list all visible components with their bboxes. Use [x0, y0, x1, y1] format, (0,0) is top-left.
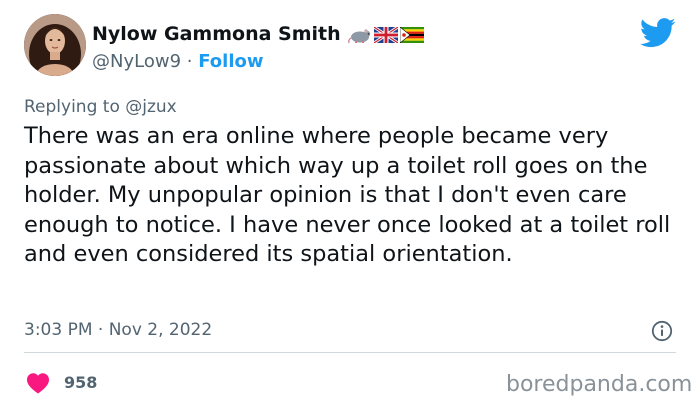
- follow-link[interactable]: Follow: [198, 51, 263, 72]
- like-count[interactable]: 958: [64, 372, 97, 394]
- watermark: boredpanda.com: [506, 372, 693, 397]
- tweet-card: Nylow Gammona Smith @NyLow9 · Follow Rep…: [0, 0, 700, 410]
- reply-mention[interactable]: @jzux: [125, 97, 176, 117]
- tweet-date: Nov 2, 2022: [108, 320, 213, 340]
- zimbabwe-flag-emoji: [400, 27, 424, 43]
- tweet-time: 3:03 PM: [24, 320, 93, 340]
- handle-separator: ·: [186, 51, 193, 72]
- heart-icon[interactable]: [26, 372, 50, 394]
- timestamp[interactable]: 3:03 PM · Nov 2, 2022: [24, 318, 212, 342]
- avatar[interactable]: [24, 14, 86, 76]
- info-icon[interactable]: [651, 320, 673, 342]
- rat-emoji: [348, 29, 371, 44]
- divider: [24, 352, 676, 353]
- tweet-text: There was an era online where people bec…: [24, 123, 671, 268]
- replying-to: Replying to @jzux: [24, 95, 177, 119]
- uk-flag-emoji: [374, 27, 398, 43]
- twitter-bird-icon[interactable]: [640, 18, 676, 48]
- author-handle[interactable]: @NyLow9: [92, 51, 181, 72]
- display-name[interactable]: Nylow Gammona Smith: [92, 22, 341, 46]
- timestamp-separator: ·: [97, 320, 104, 340]
- handle-line: @NyLow9 · Follow: [92, 50, 264, 74]
- replying-prefix: Replying to: [24, 97, 120, 117]
- name-emoji-group: [348, 25, 424, 45]
